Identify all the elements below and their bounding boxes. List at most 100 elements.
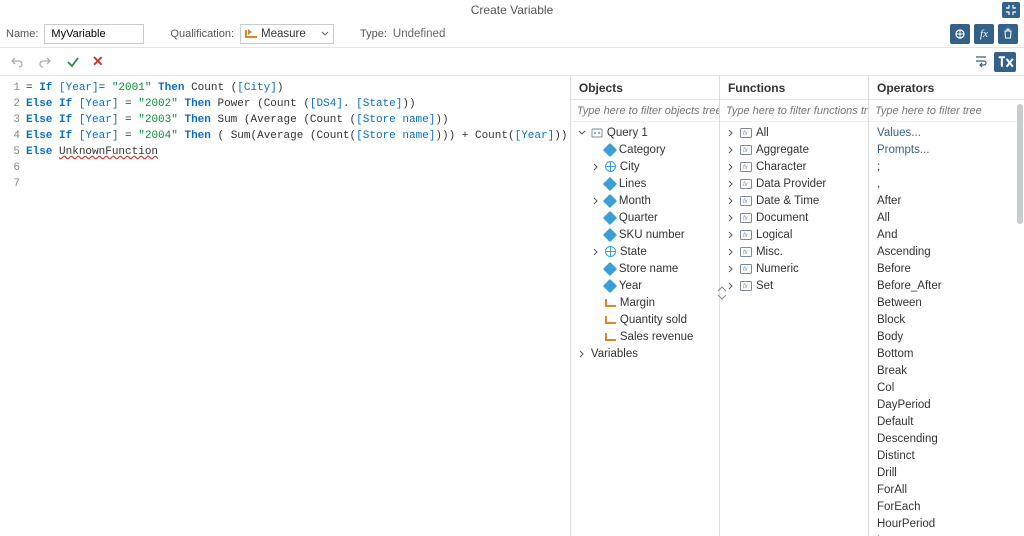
function-category[interactable]: fxData Provider [722,175,866,192]
measure-icon [245,30,257,38]
function-category[interactable]: fxDocument [722,209,866,226]
function-category[interactable]: fxLogical [722,226,866,243]
measure-icon [605,299,616,307]
dimension-icon [603,210,617,224]
operator-item[interactable]: Drill [877,464,1016,481]
name-input[interactable] [44,24,144,44]
validate-button[interactable] [64,53,82,71]
function-category[interactable]: fxDate & Time [722,192,866,209]
object-item[interactable]: SKU number [573,226,717,243]
object-item[interactable]: Lines [573,175,717,192]
qualification-label: Qualification: [170,28,234,40]
operator-item[interactable]: Bottom [877,345,1016,362]
operator-item[interactable]: Ascending [877,243,1016,260]
operator-item[interactable]: Body [877,328,1016,345]
geo-icon [605,161,616,172]
operator-item[interactable]: Default [877,413,1016,430]
object-item[interactable]: Quantity sold [573,311,717,328]
title-bar: Create Variable [0,0,1024,20]
redo-button[interactable] [36,53,54,71]
svg-text:fx: fx [743,148,749,154]
scrollbar[interactable] [1017,104,1023,224]
operator-item[interactable]: Descending [877,430,1016,447]
operator-item[interactable]: Block [877,311,1016,328]
dimension-icon [603,193,617,207]
operator-item[interactable]: And [877,226,1016,243]
function-icon: fx [740,281,752,291]
operator-item[interactable]: Between [877,294,1016,311]
operator-item[interactable]: All [877,209,1016,226]
object-item[interactable]: State [573,243,717,260]
object-item[interactable]: Margin [573,294,717,311]
query-node[interactable]: Query 1 [573,124,717,141]
formula-editor[interactable]: 1= If [Year]= "2001" Then Count ([City])… [0,76,570,536]
delete-button[interactable] [998,24,1018,44]
operator-item[interactable]: HourPeriod [877,515,1016,532]
operator-item[interactable]: After [877,192,1016,209]
operator-item[interactable]: ; [877,158,1016,175]
operator-item[interactable]: ForEach [877,498,1016,515]
wrap-button[interactable] [972,52,990,70]
operator-item[interactable]: Distinct [877,447,1016,464]
object-item[interactable]: Store name [573,260,717,277]
objects-header: Objects [571,76,719,100]
object-item[interactable]: Sales revenue [573,328,717,345]
resize-handle[interactable] [717,286,727,303]
operator-item[interactable]: Col [877,379,1016,396]
operators-header: Operators [869,76,1024,100]
svg-text:fx: fx [743,165,749,171]
measure-icon [605,316,616,324]
operators-filter[interactable] [875,105,1018,117]
operator-link[interactable]: Values... [877,124,1016,141]
function-category[interactable]: fxSet [722,277,866,294]
operator-item[interactable]: Before [877,260,1016,277]
operator-item[interactable]: Break [877,362,1016,379]
object-item[interactable]: Year [573,277,717,294]
object-item[interactable]: City [573,158,717,175]
dimension-icon [603,227,617,241]
function-icon: fx [740,264,752,274]
dimension-icon [603,278,617,292]
query-icon [591,127,603,139]
functions-header: Functions [720,76,868,100]
operator-item[interactable]: ForAll [877,481,1016,498]
operator-link[interactable]: Prompts... [877,141,1016,158]
function-category[interactable]: fxCharacter [722,158,866,175]
function-icon: fx [740,162,752,172]
fx-panel-button[interactable] [994,52,1016,72]
function-icon: fx [740,179,752,189]
object-item[interactable]: Quarter [573,209,717,226]
variables-node[interactable]: Variables [573,345,717,362]
operator-item[interactable]: Before_After [877,277,1016,294]
function-category[interactable]: fxNumeric [722,260,866,277]
custom-button-1[interactable] [950,24,970,44]
function-icon: fx [740,145,752,155]
operator-item[interactable]: , [877,175,1016,192]
type-label: Type: [360,28,387,40]
qualification-select[interactable]: Measure [240,24,334,44]
dialog-title: Create Variable [471,3,554,17]
svg-text:fx: fx [743,267,749,273]
name-label: Name: [6,28,38,40]
object-item[interactable]: Category [573,141,717,158]
formula-button[interactable]: fx [974,24,994,44]
definition-row: Name: Qualification: Measure Type: Undef… [0,20,1024,48]
functions-filter[interactable] [726,105,868,117]
expand-button[interactable] [1002,2,1020,18]
objects-filter[interactable] [577,105,719,117]
function-icon: fx [740,230,752,240]
operator-item[interactable]: In [877,532,1016,536]
function-category[interactable]: fxMisc. [722,243,866,260]
cancel-button[interactable]: ✕ [92,53,104,70]
function-category[interactable]: fxAggregate [722,141,866,158]
undo-button[interactable] [8,53,26,71]
operator-item[interactable]: DayPeriod [877,396,1016,413]
svg-text:fx: fx [743,284,749,290]
svg-text:fx: fx [743,182,749,188]
objects-panel: Objects Query 1CategoryCityLinesMonthQua… [570,76,719,536]
type-value: Undefined [393,28,445,40]
object-item[interactable]: Month [573,192,717,209]
svg-text:fx: fx [743,216,749,222]
function-category[interactable]: fxAll [722,124,866,141]
editor-toolbar: ✕ [0,48,1024,76]
